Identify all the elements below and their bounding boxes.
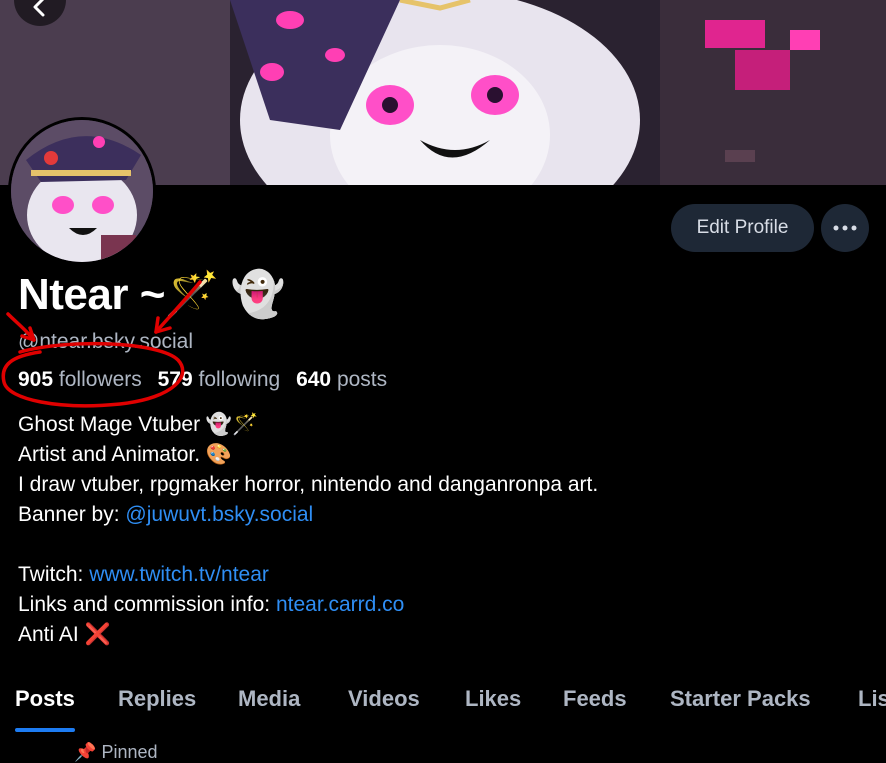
tab-lists[interactable]: Lis: [858, 686, 886, 712]
avatar-artwork: [11, 120, 153, 262]
profile-tabs: Posts Replies Media Videos Likes Feeds S…: [0, 672, 886, 732]
pin-icon: 📌: [74, 742, 97, 762]
profile-bio: Ghost Mage Vtuber 👻🪄 Artist and Animator…: [18, 410, 598, 650]
bio-line: I draw vtuber, rpgmaker horror, nintendo…: [18, 473, 599, 496]
profile-stats: 905 followers 579 following 640 posts: [18, 368, 397, 392]
bio-label: Twitch:: [18, 563, 90, 586]
tab-starter-packs[interactable]: Starter Packs: [670, 686, 811, 712]
bio-line: Links and commission info: ntear.carrd.c…: [18, 590, 598, 620]
following-stat[interactable]: 579 following: [158, 368, 281, 391]
carrd-link[interactable]: ntear.carrd.co: [276, 593, 404, 616]
followers-count: 905: [18, 368, 54, 391]
bio-blank-line: [18, 530, 598, 560]
ellipsis-icon: [833, 225, 857, 231]
tab-feeds[interactable]: Feeds: [563, 686, 627, 712]
avatar[interactable]: [8, 117, 156, 265]
bio-label: Links and commission info:: [18, 593, 276, 616]
bio-line: Banner by: @juwuvt.bsky.social: [18, 500, 598, 530]
following-count: 579: [157, 368, 193, 391]
edit-profile-button[interactable]: Edit Profile: [671, 204, 814, 252]
posts-stat: 640 posts: [296, 368, 387, 391]
banner-artist-link[interactable]: @juwuvt.bsky.social: [125, 503, 313, 526]
tab-videos[interactable]: Videos: [348, 686, 420, 712]
followers-stat[interactable]: 905 followers: [18, 368, 142, 391]
pinned-text: Pinned: [101, 742, 158, 762]
posts-label: posts: [336, 368, 388, 391]
active-tab-indicator: [15, 728, 75, 732]
following-label: following: [198, 368, 281, 391]
tab-posts[interactable]: Posts: [15, 686, 75, 712]
tab-likes[interactable]: Likes: [465, 686, 521, 712]
pinned-label: 📌 Pinned: [74, 742, 158, 763]
bio-line: Twitch: www.twitch.tv/ntear: [18, 560, 598, 590]
display-name: Ntear ~🪄 👻: [18, 270, 286, 319]
twitch-link[interactable]: www.twitch.tv/ntear: [89, 563, 269, 586]
tab-media[interactable]: Media: [238, 686, 300, 712]
posts-count: 640: [296, 368, 332, 391]
bio-line: Ghost Mage Vtuber 👻🪄: [18, 413, 259, 436]
chevron-left-icon: [33, 0, 45, 17]
bio-line: Anti AI ❌: [18, 623, 111, 646]
bio-line: Artist and Animator. 🎨: [18, 443, 233, 466]
followers-label: followers: [58, 368, 142, 391]
more-options-button[interactable]: [821, 204, 869, 252]
tab-replies[interactable]: Replies: [118, 686, 196, 712]
handle: @ntear.bsky.social: [18, 330, 194, 353]
bio-label: Banner by:: [18, 503, 126, 526]
